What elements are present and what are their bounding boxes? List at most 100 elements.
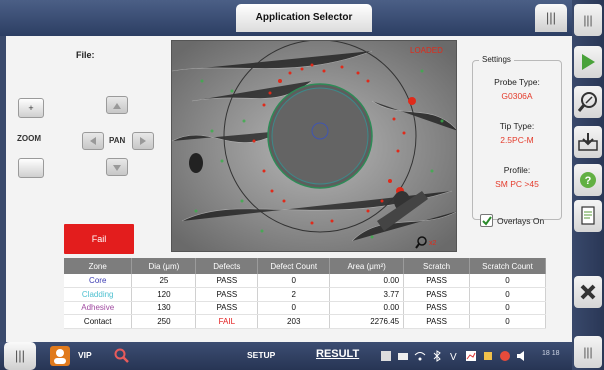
result-button[interactable]: RESULT (316, 348, 359, 360)
svg-text:V: V (450, 352, 457, 362)
battery-v-icon: V (450, 352, 457, 362)
table-header-row: Zone Dia (μm) Defects Defect Count Area … (64, 258, 546, 274)
probe-type-value: G0306A (501, 91, 533, 101)
defect-count-cell: 203 (257, 314, 331, 329)
bottom-bar: ||| VIP SETUP RESULT V 18 18 (0, 342, 572, 370)
table-row: Core 25 PASS 0 0.00 PASS 0 (64, 274, 546, 288)
endface-rendering: LOADED x2 (172, 41, 456, 251)
pan-down-button[interactable] (106, 158, 128, 176)
zone-cell: Contact (64, 314, 133, 329)
defects-cell: PASS (195, 274, 259, 288)
sidebar-bottom-grip-icon[interactable]: ||| (574, 336, 602, 368)
column-header: Zone (64, 258, 133, 274)
defects-cell: FAIL (195, 314, 259, 329)
area-cell: 2276.45 (329, 314, 405, 329)
alarm-icon (500, 351, 510, 361)
search-icon[interactable] (114, 348, 130, 369)
dia-cell: 120 (131, 287, 197, 302)
column-header: Scratch Count (469, 258, 546, 274)
pan-right-button[interactable] (132, 132, 154, 150)
chart-icon (466, 351, 476, 361)
area-cell: 0.00 (329, 301, 405, 315)
settings-panel: Settings Probe Type: G0306A Tip Type: 2.… (472, 55, 562, 220)
status-icons: V (380, 350, 528, 362)
table-row: Adhesive 130 PASS 0 0.00 PASS 0 (64, 301, 546, 315)
area-cell: 0.00 (329, 274, 405, 288)
profile-value: SM PC >45 (495, 179, 539, 189)
table-row: Contact 250 FAIL 203 2276.45 PASS 0 (64, 314, 546, 329)
zoom-magnifier-icon[interactable] (574, 86, 602, 118)
main-panel: File: + ZOOM PAN Fail LOADED x2 Settings… (0, 36, 572, 342)
top-menu-grip-icon[interactable]: ||| (535, 4, 567, 32)
dia-cell: 25 (131, 274, 197, 288)
scratch-cell: PASS (403, 287, 471, 302)
column-header: Defect Count (257, 258, 331, 274)
zoom-label: ZOOM (17, 134, 41, 143)
scratch-cell: PASS (403, 314, 471, 329)
zone-cell: Cladding (64, 287, 133, 302)
vip-label[interactable]: VIP (78, 350, 92, 360)
bluetooth-icon (433, 350, 441, 362)
zone-cell: Adhesive (64, 301, 133, 315)
close-icon[interactable] (574, 276, 602, 308)
setup-button[interactable]: SETUP (247, 350, 275, 360)
pan-label: PAN (109, 136, 126, 145)
application-selector-tab[interactable]: Application Selector (236, 4, 372, 32)
zone-cell: Core (64, 274, 133, 288)
results-table: Zone Dia (μm) Defects Defect Count Area … (64, 258, 546, 329)
screen: Application Selector ||| ||| ? ||| File:… (0, 0, 604, 370)
scratch-count-cell: 0 (469, 301, 546, 315)
column-header: Area (μm²) (329, 258, 405, 274)
scratch-count-cell: 0 (469, 314, 546, 329)
probe-type-label: Probe Type: (494, 77, 540, 87)
overlays-checkbox[interactable] (480, 214, 493, 227)
defect-count-cell: 2 (257, 287, 331, 302)
scope-zoom-level: x2 (429, 240, 437, 247)
scratch-count-cell: 0 (469, 274, 546, 288)
file-label: File: (76, 50, 95, 60)
column-header: Defects (195, 258, 259, 274)
tip-type-label: Tip Type: (499, 121, 535, 131)
top-bar: Application Selector ||| (0, 0, 572, 36)
defect-count-cell: 0 (257, 301, 331, 315)
scratch-cell: PASS (403, 274, 471, 288)
defect-count-cell: 0 (257, 274, 331, 288)
column-header: Scratch (403, 258, 471, 274)
vip-avatar-icon[interactable] (50, 346, 70, 366)
sidebar-grip-icon[interactable]: ||| (574, 4, 602, 36)
dia-cell: 250 (131, 314, 197, 329)
network-icon (381, 351, 391, 361)
scratch-count-cell: 0 (469, 287, 546, 302)
zoom-in-button[interactable]: + (18, 98, 44, 118)
overlays-toggle[interactable]: Overlays On (480, 214, 544, 227)
zoom-out-button[interactable] (18, 158, 44, 178)
tip-type-value: 2.5PC-M (500, 135, 534, 145)
profile-label: Profile: (503, 165, 531, 175)
pan-up-button[interactable] (106, 96, 128, 114)
defects-cell: PASS (195, 287, 259, 302)
speaker-icon (517, 351, 524, 361)
column-header: Dia (μm) (131, 258, 197, 274)
table-row: Cladding 120 PASS 2 3.77 PASS 0 (64, 287, 546, 302)
play-icon[interactable] (574, 46, 602, 78)
svg-text:?: ? (585, 175, 592, 187)
pan-left-button[interactable] (82, 132, 104, 150)
card-icon (398, 353, 408, 360)
right-sidebar: ||| ? ||| (572, 0, 604, 370)
overlays-label: Overlays On (497, 215, 545, 226)
scratch-cell: PASS (403, 301, 471, 315)
wifi-icon (414, 352, 426, 361)
dia-cell: 130 (131, 301, 197, 315)
settings-title: Settings (479, 55, 514, 64)
tools-icon (484, 352, 492, 360)
report-icon[interactable] (574, 200, 602, 232)
save-download-icon[interactable] (574, 126, 602, 158)
bottom-left-grip-icon[interactable]: ||| (4, 342, 36, 370)
status-time: 18 18 (542, 350, 560, 357)
fiber-endface-image: LOADED x2 (171, 40, 457, 252)
help-icon[interactable]: ? (574, 164, 602, 196)
loaded-status: LOADED (410, 46, 443, 55)
result-status-badge: Fail (64, 224, 134, 254)
area-cell: 3.77 (329, 287, 405, 302)
checkmark-icon (481, 215, 492, 226)
